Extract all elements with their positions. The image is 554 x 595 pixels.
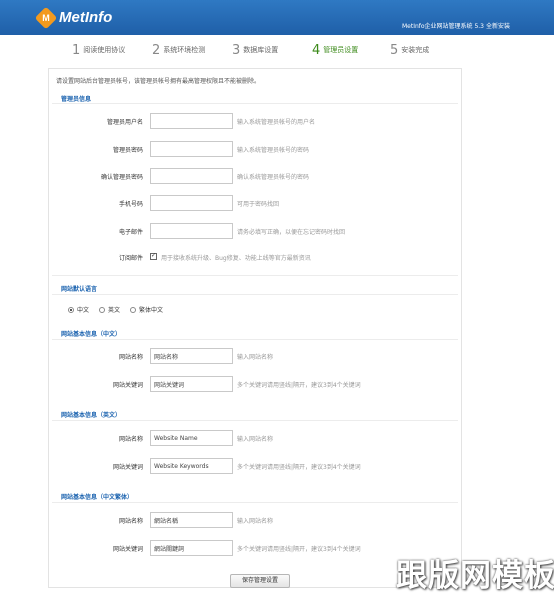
label-site-name-en: 网站名称 [118,436,143,443]
subscribe-text: 用于接收系统升级、Bug修复、功能上线等官方最新资讯 [161,255,311,262]
step-1: 1 阅读使用协议 [72,43,126,58]
section-title-admin: 管理员信息 [61,96,92,103]
admin-username-input[interactable] [150,113,233,129]
radio-dot-icon [99,306,106,313]
keywords-en-input[interactable] [150,458,233,474]
hint-site-name-tc: 输入网站名称 [237,518,274,525]
hint-site-name-cn: 输入网站名称 [237,354,274,361]
section-title-basic-cn: 网站基本信息（中文） [61,331,122,338]
site-name-en-input[interactable] [150,430,233,446]
keywords-tc-input[interactable] [150,540,233,556]
step-2: 2 系统环境检测 [152,43,206,58]
logo-text: MetInfo [59,9,113,26]
step-4-active: 4 管理员设置 [312,43,359,58]
label-keywords-cn: 网站关键词 [112,382,143,389]
label-phone: 手机号码 [118,201,143,208]
label-subscribe: 订阅邮件 [118,255,143,262]
divider [52,103,458,104]
logo: M MetInfo [34,6,113,29]
phone-input[interactable] [150,195,233,211]
site-name-cn-input[interactable] [150,348,233,364]
notice-text: 请设置网站后台管理员帐号，该管理员帐号拥有最高管理权限且不能被删除。 [56,78,261,85]
label-keywords-en: 网站关键词 [112,464,143,471]
radio-chinese[interactable]: 中文 [68,305,89,314]
divider [52,275,458,276]
hint-site-name-en: 输入网站名称 [237,436,274,443]
divider [52,294,458,295]
radio-english[interactable]: 英文 [99,305,120,314]
confirm-password-input[interactable] [150,168,233,184]
label-email: 电子邮件 [118,229,143,236]
step-5: 5 安装完成 [390,43,430,58]
label-site-name-tc: 网站名称 [118,518,143,525]
install-steps: 1 阅读使用协议 2 系统环境检测 3 数据库设置 4 管理员设置 5 安装完成 [60,38,460,62]
subscribe-checkbox[interactable] [150,252,157,260]
hint-keywords-cn: 多个关键词请用竖线|隔开，建议3到4个关键词 [237,382,361,389]
watermark-text: 跟版网模板 [396,558,554,594]
admin-password-input[interactable] [150,141,233,157]
hint-keywords-tc: 多个关键词请用竖线|隔开，建议3到4个关键词 [237,546,361,553]
divider [52,420,458,421]
label-admin-password: 管理员密码 [112,147,143,154]
label-admin-username: 管理员用户名 [106,119,143,126]
radio-traditional[interactable]: 繁体中文 [130,305,163,314]
site-name-tc-input[interactable] [150,512,233,528]
hint-phone: 可用于密码找回 [237,201,280,208]
keywords-cn-input[interactable] [150,376,233,392]
label-site-name-cn: 网站名称 [118,354,143,361]
system-title: MetInfo企业网站管理系统 5.3 [401,23,484,30]
section-title-basic-en: 网站基本信息（英文） [61,412,122,419]
label-confirm-password: 确认管理员密码 [100,174,143,181]
section-title-basic-tc: 网站基本信息（中文繁体） [61,494,134,501]
email-input[interactable] [150,223,233,239]
radio-dot-icon [130,306,137,313]
hint-admin-password: 输入系统管理员帐号的密码 [237,147,310,154]
divider [52,339,458,340]
install-type-link[interactable]: 全新安装 [486,21,510,30]
label-keywords-tc: 网站关键词 [112,546,143,553]
hint-keywords-en: 多个关键词请用竖线|隔开，建议3到4个关键词 [237,464,361,471]
divider [52,502,458,503]
hint-admin-username: 输入系统管理员帐号的用户名 [237,119,316,126]
section-title-language: 网站默认语言 [61,286,98,293]
save-settings-button[interactable]: 保存管理设置 [230,574,290,588]
logo-mark-icon: M [34,6,58,29]
radio-dot-icon [68,306,74,313]
hint-confirm-password: 确认系统管理员帐号的密码 [237,174,310,181]
step-3: 3 数据库设置 [232,43,279,58]
hint-email: 请务必填写正确，以便在忘记密码时找回 [237,229,346,236]
top-header: M MetInfo MetInfo企业网站管理系统 5.3 全新安装 [0,0,554,35]
language-radio-group: 中文 英文 繁体中文 [68,305,163,314]
